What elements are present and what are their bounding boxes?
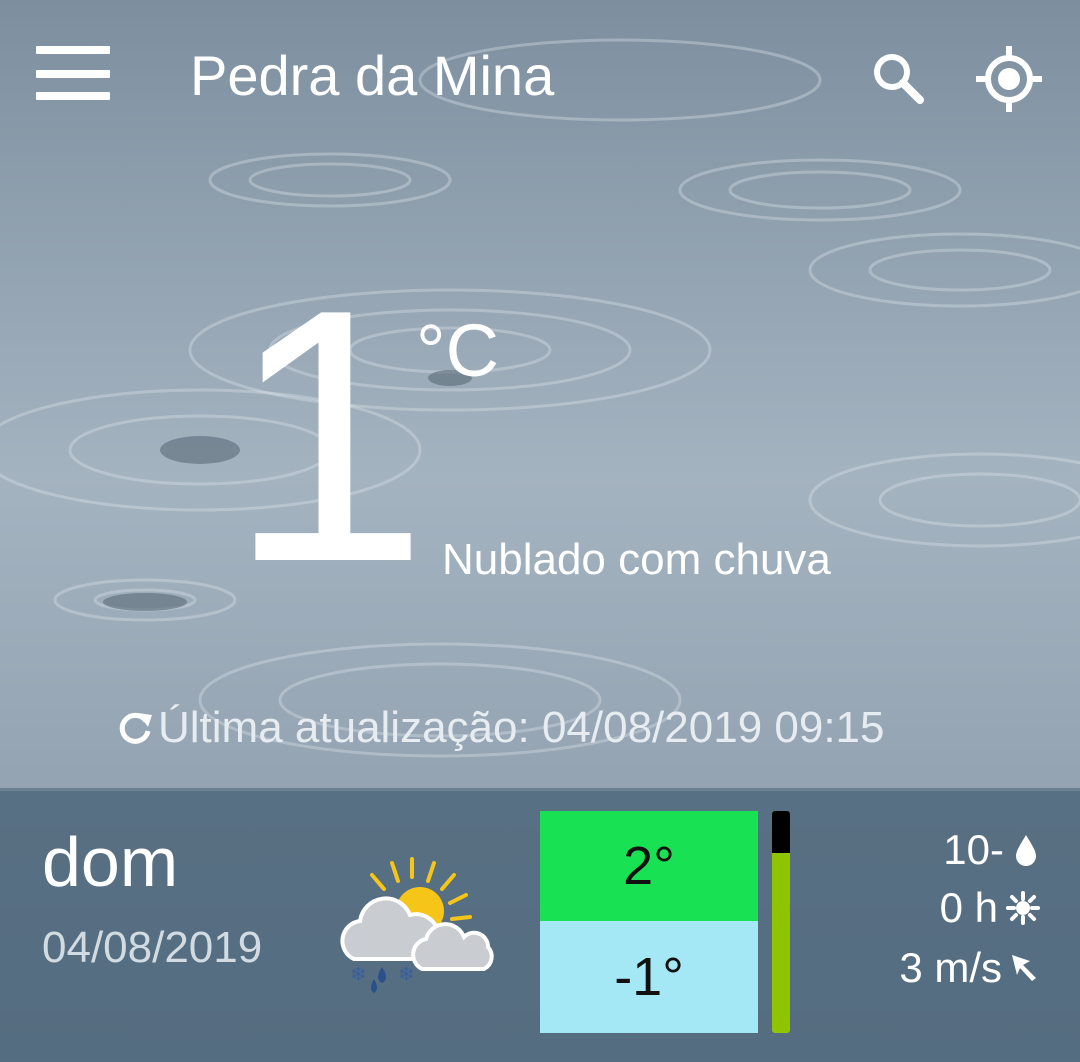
rain-value: 10- <box>943 826 1004 873</box>
max-temperature: 2° <box>540 811 758 921</box>
sunshine-stat: 0 h <box>940 883 1040 933</box>
precipitation-bar <box>772 811 790 1033</box>
svg-text:❄: ❄ <box>350 962 367 986</box>
forecast-day: dom <box>42 823 179 901</box>
forecast-row[interactable]: dom 04/08/2019 ❄ ❄ 2° -1° 10- 0 h 3 m/s <box>0 788 1080 1062</box>
weather-condition: Nublado com chuva <box>442 535 831 584</box>
forecast-date: 04/08/2019 <box>42 923 263 972</box>
temperature-unit: °C <box>416 309 500 392</box>
partly-cloudy-snow-rain-icon: ❄ ❄ <box>340 857 494 993</box>
wind-stat: 3 m/s <box>899 943 1040 993</box>
wind-direction-arrow-icon <box>1012 955 1036 981</box>
raindrop-icon <box>1016 835 1036 866</box>
sun-icon <box>1006 891 1040 925</box>
location-title: Pedra da Mina <box>190 44 555 107</box>
hamburger-menu-icon[interactable] <box>36 46 112 102</box>
my-location-icon[interactable] <box>974 44 1044 114</box>
svg-text:❄: ❄ <box>398 962 415 986</box>
last-update-row[interactable]: Última atualização: 04/08/2019 09:15 <box>116 700 885 756</box>
temperature-range: 2° -1° <box>540 811 758 1033</box>
last-update-text: Última atualização: 04/08/2019 09:15 <box>158 703 885 752</box>
precipitation-bar-empty <box>772 811 790 853</box>
sunshine-value: 0 h <box>939 884 998 931</box>
current-temperature: 1 <box>228 235 428 637</box>
wind-value: 3 m/s <box>899 944 1002 991</box>
app-bar: Pedra da Mina <box>0 0 1080 160</box>
rain-stat: 10- <box>943 825 1040 875</box>
search-icon[interactable] <box>870 50 930 106</box>
refresh-icon[interactable] <box>116 709 154 747</box>
min-temperature: -1° <box>540 921 758 1033</box>
